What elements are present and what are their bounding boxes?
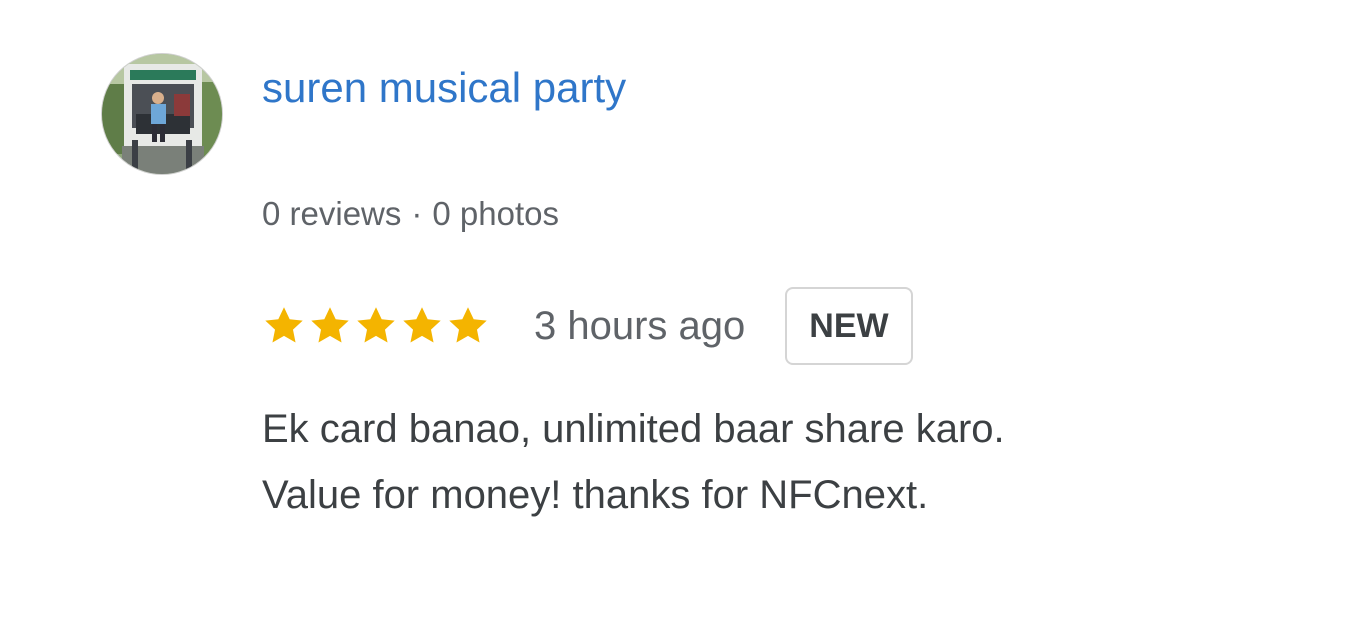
photos-count: 0 photos: [432, 195, 559, 232]
reviewer-name-link[interactable]: suren musical party: [262, 62, 626, 114]
star-icon: [311, 307, 349, 343]
review-body: Ek card banao, unlimited baar share karo…: [262, 396, 1322, 528]
reviewer-stats: 0 reviews · 0 photos: [262, 194, 559, 234]
star-icon: [403, 307, 441, 343]
reviewer-avatar[interactable]: [102, 54, 222, 174]
star-icon: [449, 307, 487, 343]
avatar-photo-icon: [102, 54, 222, 174]
star-rating: [262, 304, 490, 348]
review-text-line: Value for money! thanks for NFCnext.: [262, 473, 929, 517]
review-time: 3 hours ago: [534, 304, 746, 348]
rating-row: 3 hours ago NEW: [262, 286, 913, 366]
new-badge: NEW: [785, 287, 913, 365]
review-text-line: Ek card banao, unlimited baar share karo…: [262, 407, 1005, 451]
star-icon: [265, 307, 303, 343]
meta-separator: ·: [411, 195, 423, 232]
reviews-count: 0 reviews: [262, 195, 402, 232]
star-icon: [357, 307, 395, 343]
review-card: suren musical party 0 reviews · 0 photos 3…: [0, 0, 1364, 644]
